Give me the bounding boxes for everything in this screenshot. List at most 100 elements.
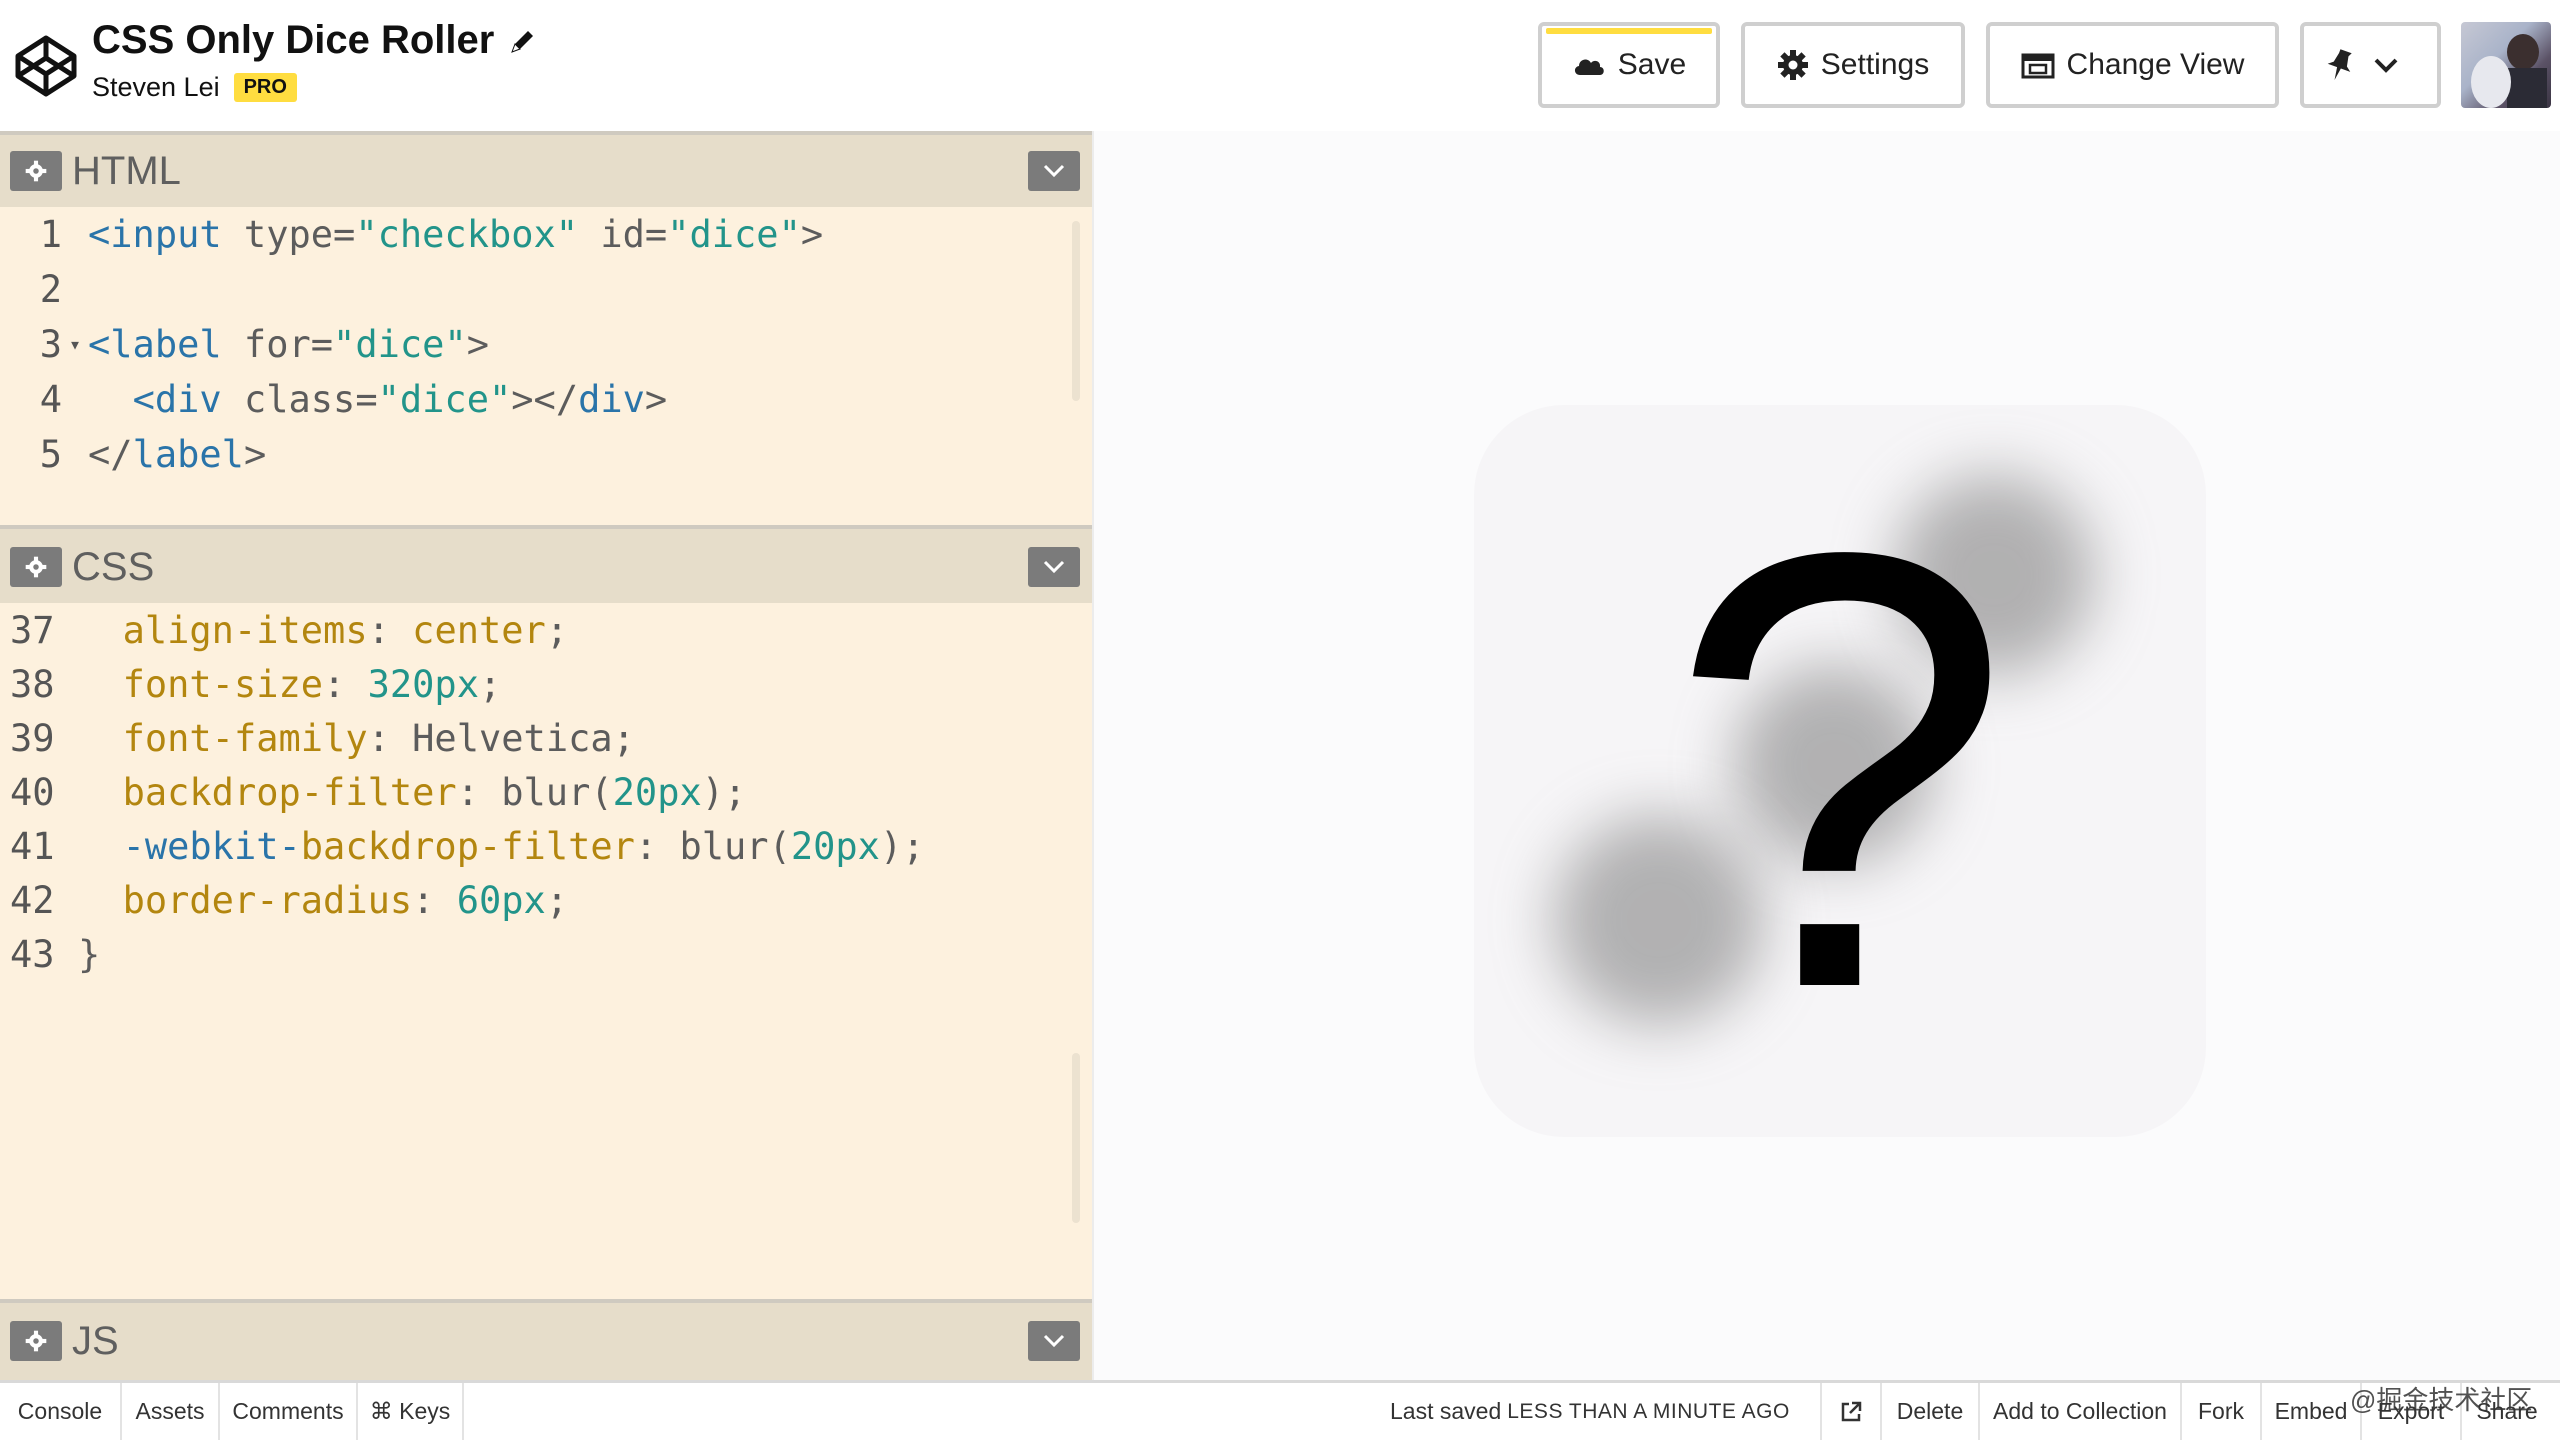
codepen-logo-icon[interactable] xyxy=(14,34,78,98)
code-token: ; xyxy=(545,608,569,652)
cloud-icon xyxy=(1574,59,1604,75)
author-name[interactable]: Steven Lei xyxy=(92,72,220,103)
add-to-collection-button[interactable]: Add to Collection xyxy=(1980,1383,2182,1440)
assets-button[interactable]: Assets xyxy=(122,1383,220,1440)
code-line[interactable]: 37 align-items: center; xyxy=(0,603,1060,657)
code-token: 320px xyxy=(367,662,479,706)
console-button[interactable]: Console xyxy=(0,1383,122,1440)
gear-icon xyxy=(1777,50,1808,80)
code-line[interactable]: 3 ▾ <label for= "dice" > xyxy=(0,317,1060,371)
css-scrollbar[interactable] xyxy=(1072,1053,1080,1223)
code-token: : xyxy=(367,608,413,652)
pro-badge: PRO xyxy=(233,73,297,102)
css-pane-title: CSS xyxy=(72,545,155,589)
keys-button[interactable]: ⌘ Keys xyxy=(358,1383,464,1440)
line-number: 41 xyxy=(10,824,55,868)
code-token: 20px xyxy=(790,824,880,868)
code-token: > xyxy=(243,432,267,476)
code-token: ; xyxy=(479,662,502,706)
comments-button[interactable]: Comments xyxy=(220,1383,358,1440)
css-settings-button[interactable] xyxy=(10,547,62,587)
code-line[interactable]: 2 xyxy=(0,262,1060,316)
code-token: backdrop-filter xyxy=(122,770,457,814)
code-line[interactable]: 4 <div class= "dice" ></div > xyxy=(0,372,1060,426)
html-settings-button[interactable] xyxy=(10,151,62,191)
open-external-button[interactable] xyxy=(1820,1383,1882,1440)
dice-preview[interactable]: ? xyxy=(1474,405,2206,1137)
code-token: id= xyxy=(578,212,668,256)
line-number: 37 xyxy=(10,608,55,652)
html-code-editor[interactable]: 1 <input type= "checkbox" id= "dice" >2 3 ▾ <la… xyxy=(0,207,1092,525)
change-view-label: Change View xyxy=(2066,48,2245,81)
code-token: ); xyxy=(879,824,925,868)
code-token: : xyxy=(412,878,457,922)
code-token: : blur( xyxy=(634,824,791,868)
preview-pane[interactable]: ? xyxy=(1122,131,2560,1380)
embed-button[interactable]: Embed xyxy=(2262,1383,2362,1440)
line-number: 43 xyxy=(10,932,55,976)
chevron-down-icon xyxy=(2374,58,2397,73)
code-line[interactable]: 39 font-family: Helvetica; xyxy=(0,711,1060,765)
change-view-button[interactable]: Change View xyxy=(1986,22,2279,108)
code-line[interactable]: 1 <input type= "checkbox" id= "dice" > xyxy=(0,207,1060,261)
html-collapse-button[interactable] xyxy=(1028,151,1080,191)
settings-button[interactable]: Settings xyxy=(1741,22,1965,108)
fork-button[interactable]: Fork xyxy=(2182,1383,2262,1440)
chevron-down-icon xyxy=(1043,1334,1065,1348)
code-token: font-size xyxy=(122,662,324,706)
code-token: > xyxy=(466,322,489,366)
line-number: 1 xyxy=(39,212,62,256)
js-collapse-button[interactable] xyxy=(1028,1321,1080,1361)
save-label: Save xyxy=(1617,48,1687,81)
settings-label: Settings xyxy=(1820,48,1930,81)
code-line[interactable]: 5 </label > xyxy=(0,427,1060,481)
chevron-down-icon xyxy=(1043,560,1065,574)
line-number: 4 xyxy=(39,377,62,421)
code-token: } xyxy=(78,932,101,976)
line-number: 40 xyxy=(10,770,55,814)
code-line[interactable]: 43} xyxy=(0,927,1060,981)
line-number: 38 xyxy=(10,662,55,706)
last-saved-time: LESS THAN A MINUTE AGO xyxy=(1507,1399,1790,1423)
layout-view-icon xyxy=(2021,53,2055,79)
code-token: ); xyxy=(701,770,747,814)
save-button[interactable]: Save xyxy=(1538,22,1720,108)
delete-button[interactable]: Delete xyxy=(1882,1383,1980,1440)
css-pane-header[interactable]: CSS xyxy=(0,525,1092,603)
code-line[interactable]: 40 backdrop-filter: blur(20px); xyxy=(0,765,1060,819)
edit-pencil-icon[interactable] xyxy=(508,26,538,56)
line-number: 2 xyxy=(39,267,62,311)
css-collapse-button[interactable] xyxy=(1028,547,1080,587)
fold-arrow-icon[interactable]: ▾ xyxy=(62,332,88,356)
code-line[interactable]: 42 border-radius: 60px; xyxy=(0,873,1060,927)
js-pane-header[interactable]: JS xyxy=(0,1299,1092,1380)
css-code-editor[interactable]: 37 align-items: center; 38 font-size: 320… xyxy=(0,603,1092,1303)
html-scrollbar[interactable] xyxy=(1072,221,1080,401)
code-token: ; xyxy=(545,878,569,922)
question-mark-face: ? xyxy=(1667,425,2013,1117)
pin-button[interactable] xyxy=(2300,22,2441,108)
line-number: 42 xyxy=(10,878,55,922)
code-token: > xyxy=(800,212,824,256)
code-token: <input xyxy=(88,212,222,256)
watermark: @掘金技术社区 xyxy=(2350,1385,2533,1415)
code-token: border-radius xyxy=(122,878,413,922)
code-token: <label xyxy=(88,322,222,366)
code-line[interactable]: 41 -webkit-backdrop-filter: blur(20px); xyxy=(0,819,1060,873)
code-token: label xyxy=(132,432,244,476)
code-token: <div xyxy=(132,377,222,421)
pen-title[interactable]: CSS Only Dice Roller xyxy=(92,18,494,63)
last-saved-status: Last saved LESS THAN A MINUTE AGO xyxy=(1390,1383,1790,1440)
external-link-icon xyxy=(1841,1401,1862,1421)
code-token: 60px xyxy=(456,878,546,922)
footer-bar: Console Assets Comments ⌘ Keys Last save… xyxy=(0,1380,2560,1440)
html-pane-header[interactable]: HTML xyxy=(0,131,1092,207)
resize-handle[interactable] xyxy=(1092,131,1122,1380)
user-avatar[interactable] xyxy=(2461,22,2551,108)
js-settings-button[interactable] xyxy=(10,1321,62,1361)
code-line[interactable]: 38 font-size: 320px; xyxy=(0,657,1060,711)
